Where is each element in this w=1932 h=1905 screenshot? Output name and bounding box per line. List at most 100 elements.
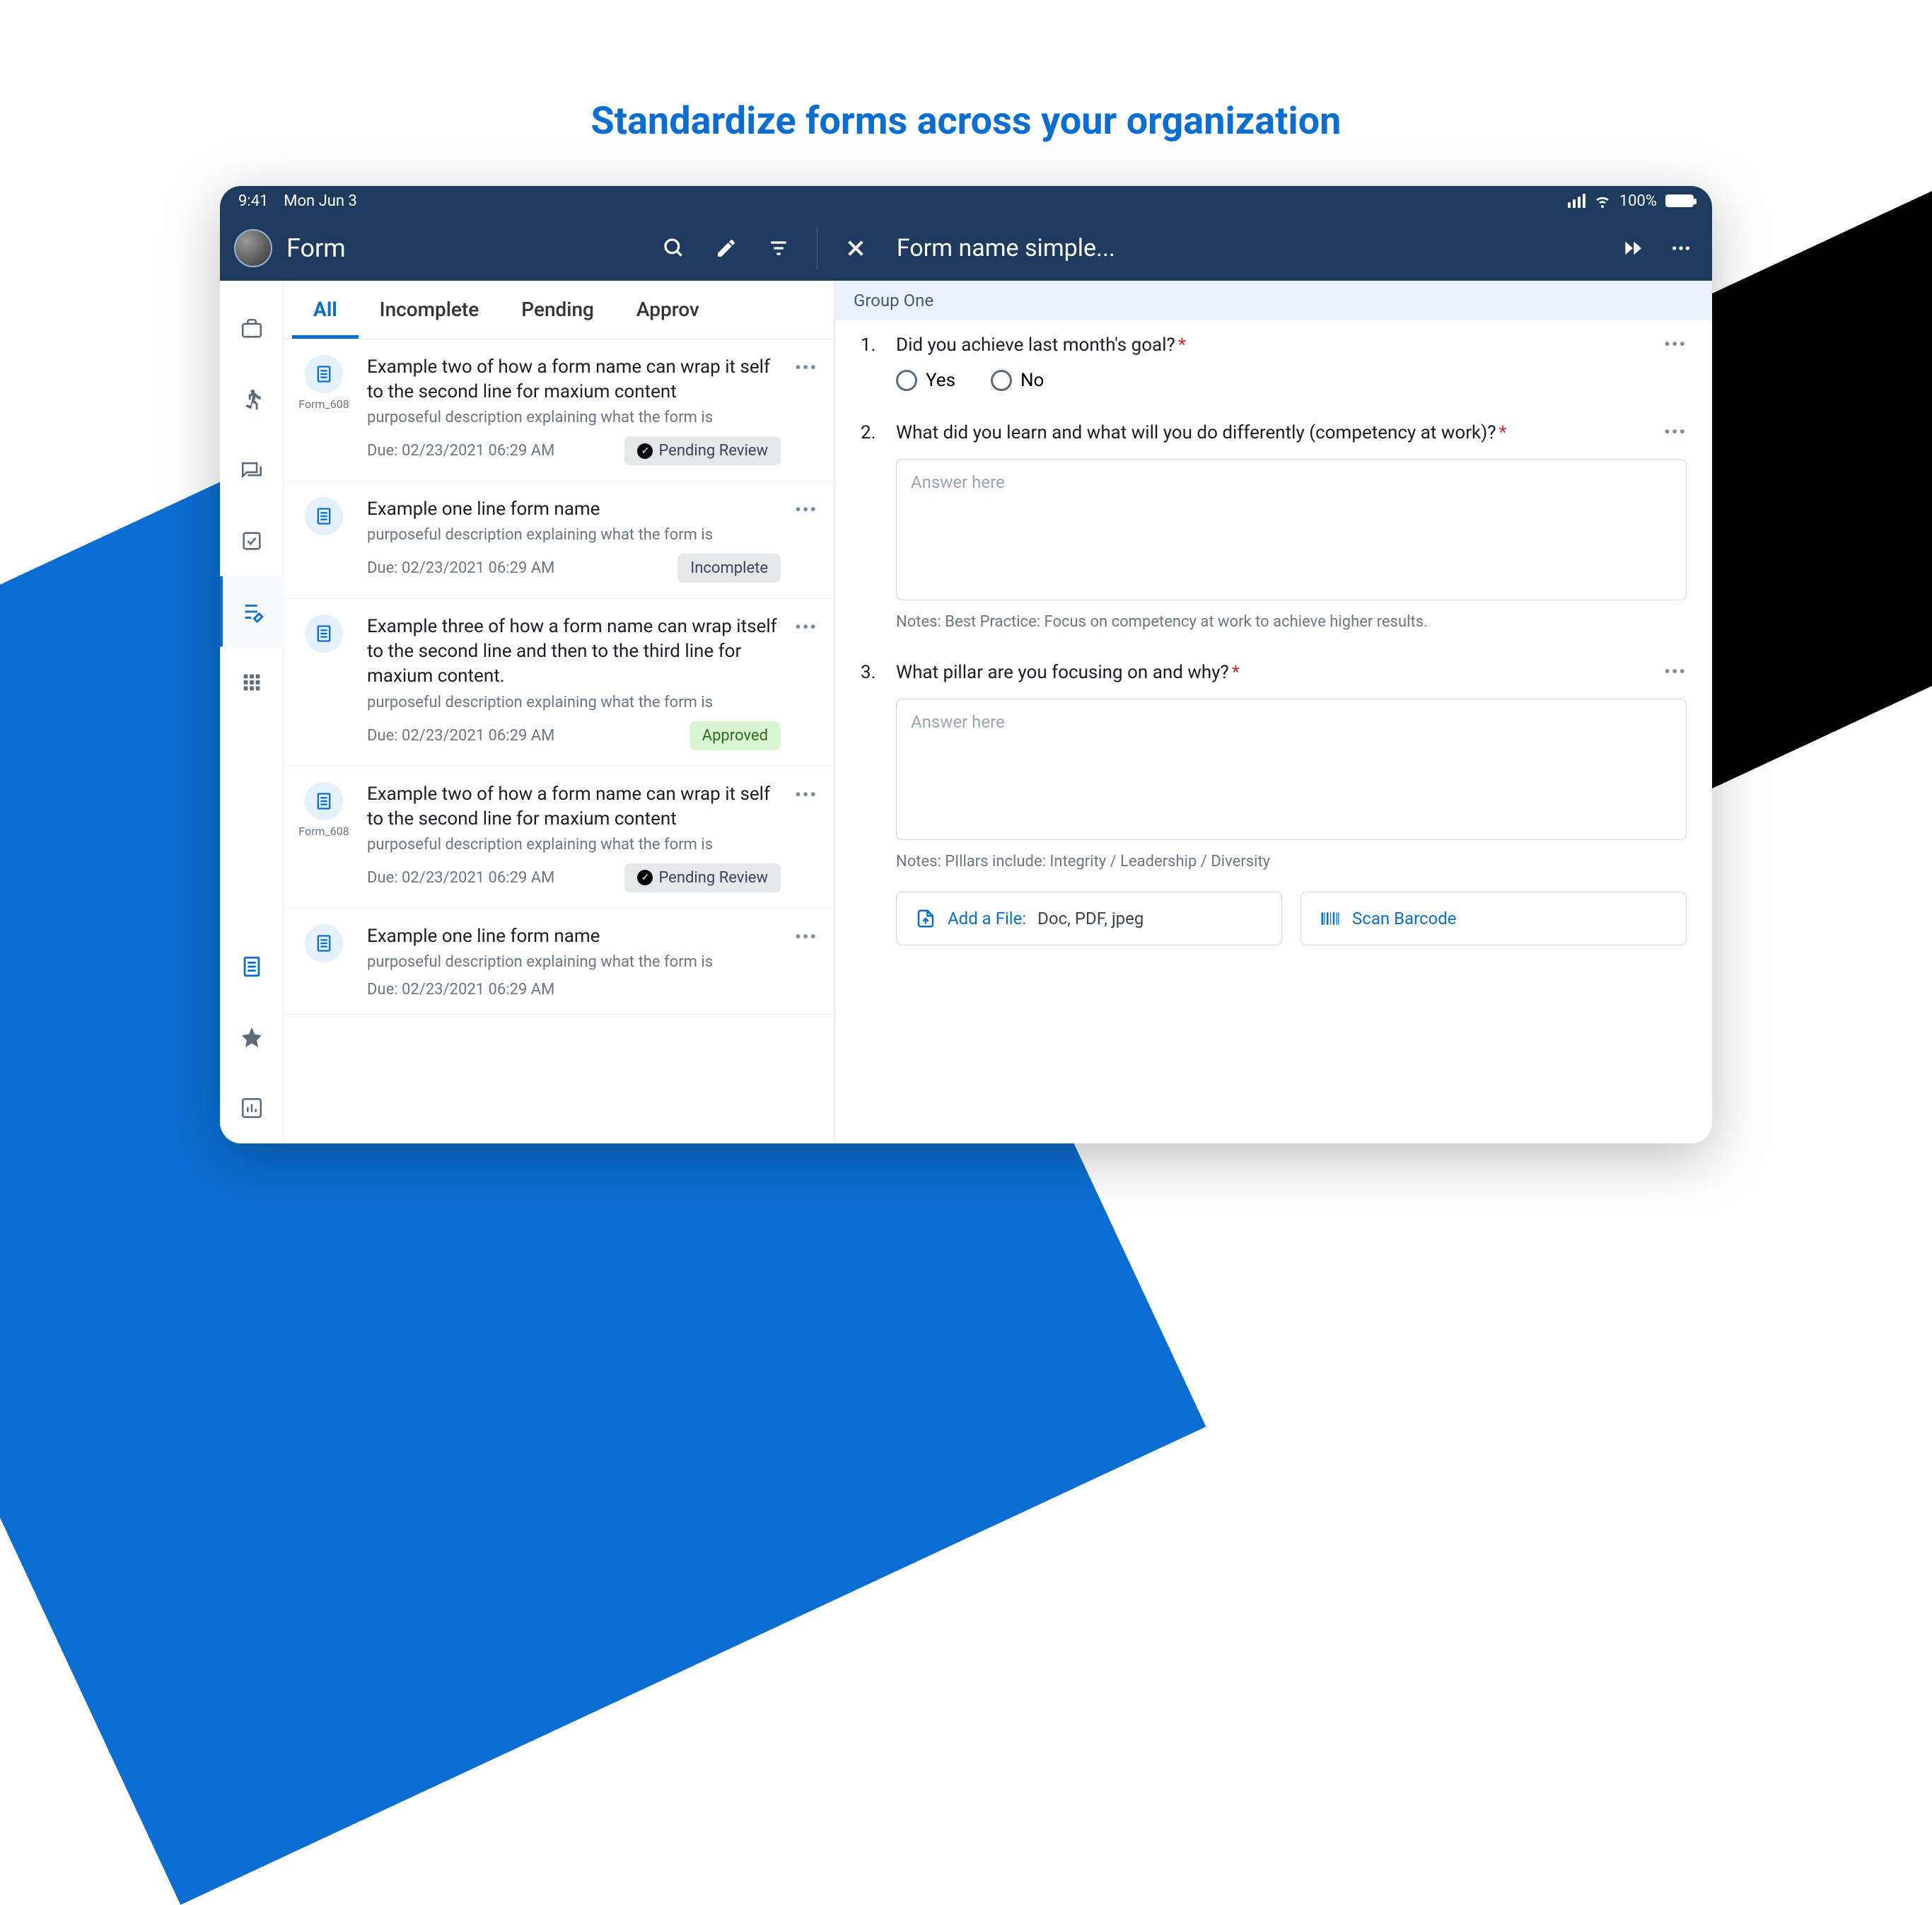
question-2: 2. What did you learn and what will you …	[861, 422, 1687, 631]
check-circle-icon: ✓	[637, 870, 653, 885]
form-list-item[interactable]: Form_608 Example two of how a form name c…	[284, 767, 834, 909]
search-icon[interactable]	[657, 231, 691, 265]
form-description: purposeful description explaining what t…	[367, 953, 781, 971]
question-text: What pillar are you focusing on and why?…	[896, 662, 1651, 683]
required-indicator: *	[1499, 422, 1507, 443]
form-document-icon	[305, 782, 343, 820]
form-document-icon	[305, 497, 343, 535]
status-time: 9:41	[238, 192, 268, 210]
question-1: 1. Did you achieve last month's goal?* •…	[861, 334, 1687, 391]
status-badge-pending: ✓Pending Review	[624, 436, 781, 465]
nav-rail	[220, 281, 284, 1143]
add-file-hint: Doc, PDF, jpeg	[1037, 909, 1144, 928]
device-frame: 9:41 Mon Jun 3 100% Form	[220, 186, 1712, 1143]
rail-briefcase-icon[interactable]	[220, 293, 284, 364]
filter-tabs: All Incomplete Pending Approv	[284, 281, 834, 339]
form-list-item[interactable]: Form_608 Example two of how a form name c…	[284, 339, 834, 482]
app-title: Form	[286, 233, 346, 263]
form-item-more-icon[interactable]: •••	[795, 500, 817, 583]
form-name: Example one line form name	[367, 924, 781, 949]
answer-textarea[interactable]	[896, 699, 1687, 840]
form-item-more-icon[interactable]: •••	[795, 927, 817, 998]
question-number: 1.	[861, 334, 883, 356]
close-icon[interactable]	[839, 231, 873, 265]
status-badge-pending: ✓Pending Review	[624, 863, 781, 892]
answer-textarea[interactable]	[896, 459, 1687, 600]
add-file-label: Add a File:	[948, 909, 1026, 928]
rail-grid-icon[interactable]	[220, 647, 284, 718]
tab-approved[interactable]: Approv	[615, 281, 721, 339]
form-due-date: Due: 02/23/2021 06:29 AM	[367, 559, 554, 577]
form-list-panel: All Incomplete Pending Approv Form_608 Ex…	[284, 281, 835, 1143]
filter-icon[interactable]	[762, 231, 796, 265]
form-name: Example two of how a form name can wrap …	[367, 782, 781, 832]
rail-form-icon[interactable]	[220, 576, 284, 647]
form-id: Form_608	[298, 825, 349, 838]
form-document-icon	[305, 924, 343, 962]
question-more-icon[interactable]: •••	[1664, 422, 1687, 442]
question-number: 3.	[861, 662, 883, 683]
required-indicator: *	[1178, 334, 1186, 356]
form-name: Example three of how a form name can wra…	[367, 614, 781, 689]
edit-icon[interactable]	[709, 231, 743, 265]
form-due-date: Due: 02/23/2021 06:29 AM	[367, 727, 554, 745]
form-description: purposeful description explaining what t…	[367, 694, 781, 711]
form-document-icon	[305, 614, 343, 653]
questions-container: 1. Did you achieve last month's goal?* •…	[835, 320, 1712, 1005]
form-list-item[interactable]: Example one line form name purposeful des…	[284, 482, 834, 599]
status-bar: 9:41 Mon Jun 3 100%	[220, 186, 1712, 216]
question-3: 3. What pillar are you focusing on and w…	[861, 662, 1687, 945]
radio-icon	[991, 370, 1012, 391]
question-text: Did you achieve last month's goal?*	[896, 334, 1651, 356]
tab-pending[interactable]: Pending	[500, 281, 615, 339]
form-item-more-icon[interactable]: •••	[795, 785, 817, 892]
user-avatar[interactable]	[234, 229, 272, 267]
question-text: What did you learn and what will you do …	[896, 422, 1651, 443]
form-id: Form_608	[298, 397, 349, 411]
form-description: purposeful description explaining what t…	[367, 836, 781, 854]
rail-chart-icon[interactable]	[220, 1073, 284, 1143]
page-headline: Standardize forms across your organizati…	[0, 99, 1932, 144]
battery-percent: 100%	[1619, 192, 1657, 210]
fast-forward-icon[interactable]	[1616, 231, 1650, 265]
radio-label: Yes	[926, 370, 955, 391]
form-detail-title: Form name simple...	[897, 234, 1602, 262]
question-more-icon[interactable]: •••	[1664, 334, 1687, 354]
status-badge-approved: Approved	[689, 721, 781, 750]
signal-icon	[1568, 194, 1585, 208]
radio-label: No	[1020, 370, 1044, 391]
scan-barcode-label: Scan Barcode	[1352, 909, 1457, 928]
status-left: 9:41 Mon Jun 3	[238, 192, 357, 210]
rail-chat-icon[interactable]	[220, 435, 284, 506]
radio-option-no[interactable]: No	[991, 370, 1044, 391]
tab-all[interactable]: All	[292, 281, 359, 339]
barcode-icon	[1320, 908, 1341, 929]
add-file-button[interactable]: Add a File: Doc, PDF, jpeg	[896, 892, 1282, 945]
question-number: 2.	[861, 422, 883, 443]
question-more-icon[interactable]: •••	[1664, 662, 1687, 682]
form-due-date: Due: 02/23/2021 06:29 AM	[367, 869, 554, 887]
more-icon[interactable]	[1664, 231, 1698, 265]
rail-check-square-icon[interactable]	[220, 506, 284, 576]
rail-document-icon[interactable]	[220, 931, 284, 1002]
form-list-item[interactable]: Example three of how a form name can wra…	[284, 599, 834, 766]
app-bar: Form Form name simple...	[220, 216, 1712, 281]
form-list-item[interactable]: Example one line form name purposeful des…	[284, 909, 834, 1015]
question-notes: Notes: PIllars include: Integrity / Lead…	[896, 853, 1687, 870]
radio-option-yes[interactable]: Yes	[896, 370, 955, 391]
scan-barcode-button[interactable]: Scan Barcode	[1300, 892, 1687, 945]
rail-walk-icon[interactable]	[220, 364, 284, 435]
tab-incomplete[interactable]: Incomplete	[359, 281, 501, 339]
form-item-more-icon[interactable]: •••	[795, 358, 817, 465]
group-header: Group One	[835, 281, 1712, 320]
form-name: Example one line form name	[367, 497, 781, 522]
form-description: purposeful description explaining what t…	[367, 409, 781, 426]
form-description: purposeful description explaining what t…	[367, 526, 781, 544]
form-name: Example two of how a form name can wrap …	[367, 355, 781, 404]
form-item-more-icon[interactable]: •••	[795, 617, 817, 750]
form-list[interactable]: Form_608 Example two of how a form name c…	[284, 339, 834, 1015]
status-right: 100%	[1568, 192, 1694, 210]
question-notes: Notes: Best Practice: Focus on competenc…	[896, 613, 1687, 631]
rail-star-icon[interactable]	[220, 1002, 284, 1073]
wifi-icon	[1594, 192, 1611, 209]
